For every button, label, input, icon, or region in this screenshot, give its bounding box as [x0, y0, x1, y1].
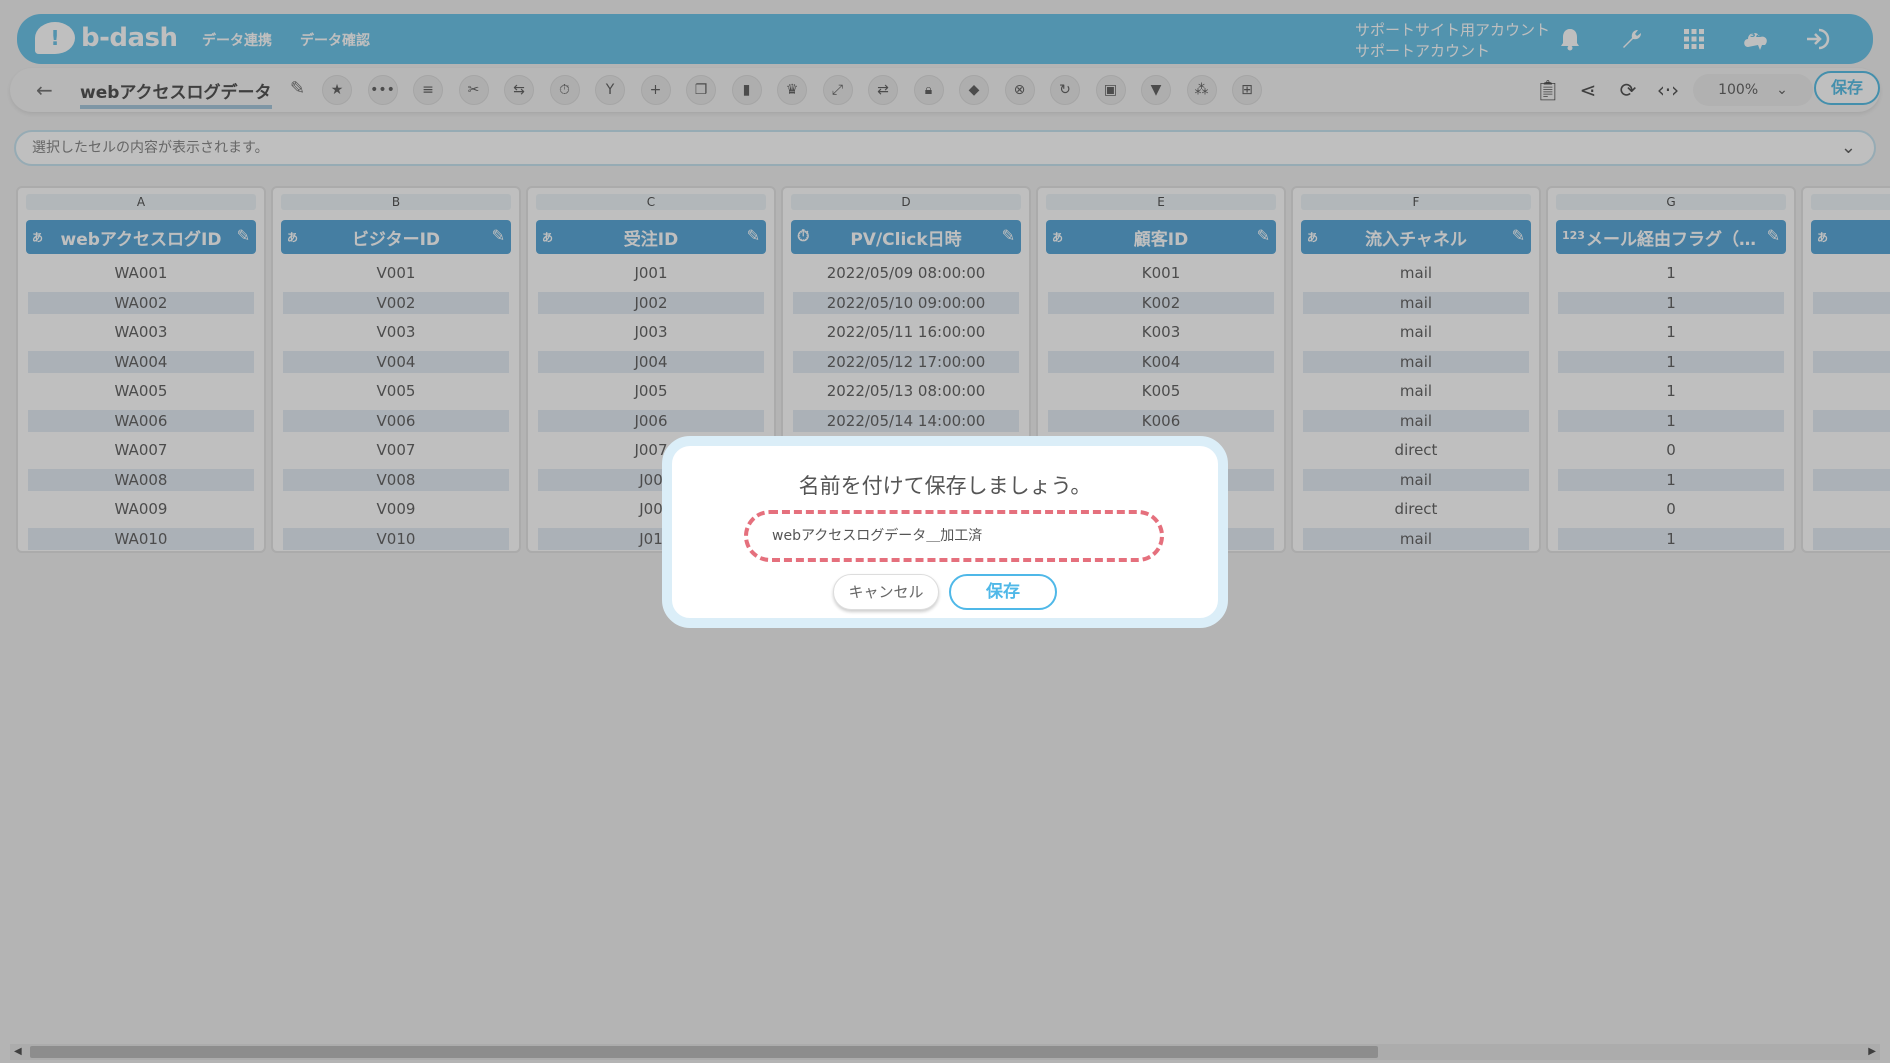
save-as-dialog: 名前を付けて保存しましょう。 webアクセスログデータ＿加工済 キャンセル 保存	[662, 436, 1228, 628]
file-name-input[interactable]: webアクセスログデータ＿加工済	[744, 510, 1164, 562]
dialog-buttons: キャンセル 保存	[672, 574, 1218, 610]
cancel-button[interactable]: キャンセル	[833, 574, 939, 610]
dialog-save-button[interactable]: 保存	[949, 574, 1057, 610]
dialog-title: 名前を付けて保存しましょう。	[798, 474, 1092, 498]
